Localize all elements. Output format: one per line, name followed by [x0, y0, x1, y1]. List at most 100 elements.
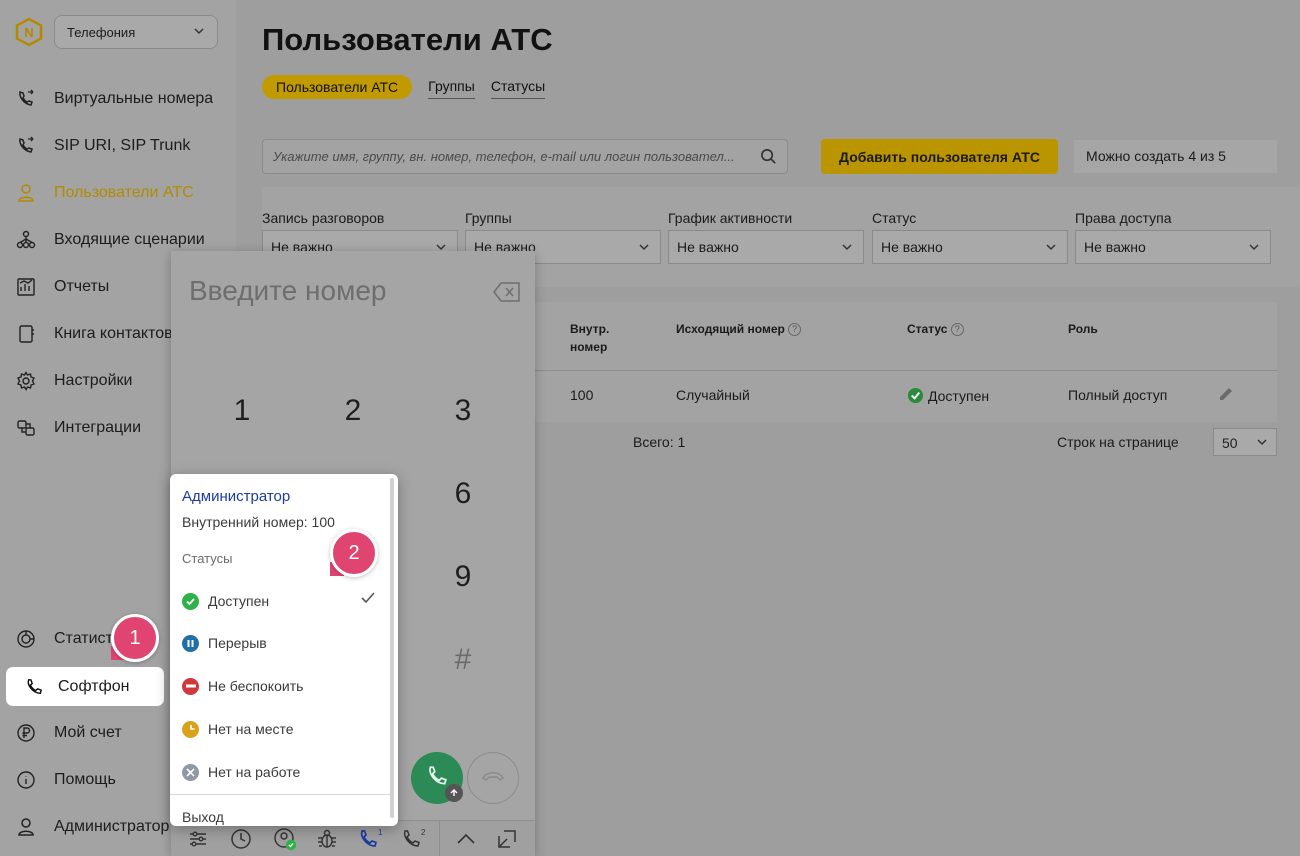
- status-option-dnd[interactable]: Не беспокоить: [170, 666, 390, 706]
- tab-groups[interactable]: Группы: [428, 74, 475, 99]
- sidebar-item-label: Софтфон: [58, 677, 130, 695]
- dial-key-1[interactable]: 1: [222, 394, 262, 428]
- filter-value: Не важно: [881, 239, 943, 255]
- phone-forward-icon: [14, 87, 38, 111]
- stats-icon: [14, 627, 38, 651]
- status-option-label: Перерыв: [208, 635, 267, 651]
- search-input[interactable]: Укажите имя, группу, вн. номер, телефон,…: [262, 139, 788, 174]
- backspace-icon[interactable]: [493, 282, 521, 307]
- filter-label: Запись разговоров: [262, 210, 385, 226]
- sidebar-item-settings[interactable]: Настройки: [14, 361, 132, 401]
- column-header-status: Статус ?: [907, 320, 964, 338]
- search-icon[interactable]: [760, 148, 777, 168]
- pause-icon: [182, 634, 199, 652]
- filter-status: Статус Не важно: [872, 210, 1068, 264]
- sidebar-item-contacts[interactable]: Книга контактов: [14, 314, 173, 354]
- line-1-icon[interactable]: 1: [358, 827, 382, 851]
- dropdown-section-title: Статусы: [182, 551, 233, 566]
- filter-select[interactable]: Не важно: [1075, 230, 1271, 264]
- dial-key-3[interactable]: 3: [443, 394, 483, 428]
- sidebar-item-virtual-numbers[interactable]: Виртуальные номера: [14, 79, 213, 119]
- dial-key-6[interactable]: 6: [443, 477, 483, 511]
- dial-key-hash[interactable]: #: [443, 643, 483, 677]
- history-icon[interactable]: [229, 827, 253, 851]
- total-count: Всего: 1: [633, 434, 686, 450]
- line-2-icon[interactable]: 2: [401, 827, 425, 851]
- sidebar-item-label: Помощь: [54, 771, 116, 788]
- status-option-label: Не беспокоить: [208, 678, 304, 694]
- sidebar-item-label: SIP URI, SIP Trunk: [54, 137, 191, 154]
- dial-number-input[interactable]: Введите номер: [189, 275, 386, 307]
- edit-icon[interactable]: [1217, 385, 1235, 406]
- call-transfer-icon: [445, 784, 463, 802]
- sidebar-item-label: Настройки: [54, 372, 133, 389]
- sidebar-item-label: Входящие сценарии: [54, 231, 205, 248]
- filter-label: Статус: [872, 210, 917, 226]
- divider: [439, 821, 440, 856]
- sidebar-item-pbx-users[interactable]: Пользователи АТС: [14, 173, 194, 213]
- status-option-offline[interactable]: Нет на работе: [170, 752, 390, 792]
- sidebar-item-sip[interactable]: SIP URI, SIP Trunk: [14, 126, 190, 166]
- logo-icon[interactable]: N: [14, 17, 44, 47]
- hangup-button[interactable]: [467, 752, 519, 804]
- tabs: Пользователи АТС Группы Статусы: [262, 74, 546, 99]
- header-text: Внутр.: [570, 322, 610, 336]
- phone-forward-icon: [14, 134, 38, 158]
- bug-icon[interactable]: [315, 827, 339, 851]
- status-dropdown: Администратор Внутренний номер: 100 Стат…: [170, 474, 398, 826]
- gear-icon: [14, 369, 38, 393]
- sidebar-item-admin[interactable]: Администратор: [14, 807, 169, 847]
- expand-window-icon[interactable]: [495, 827, 519, 851]
- dropdown-scrollbar[interactable]: [390, 478, 394, 818]
- tab-statuses[interactable]: Статусы: [490, 74, 546, 99]
- status-available-icon: [907, 387, 924, 404]
- sidebar-item-label: Виртуальные номера: [54, 90, 214, 107]
- tab-pbx-users[interactable]: Пользователи АТС: [262, 74, 413, 99]
- product-select[interactable]: Телефония: [54, 15, 218, 49]
- dial-key-9[interactable]: 9: [443, 560, 483, 594]
- filter-activity-schedule: График активности Не важно: [668, 210, 864, 264]
- dropdown-user-name: Администратор: [182, 488, 291, 505]
- sidebar-item-my-account[interactable]: Мой счет: [14, 713, 122, 753]
- chevron-up-icon[interactable]: [454, 827, 478, 851]
- sidebar-item-integrations[interactable]: Интеграции: [14, 408, 141, 448]
- sidebar-item-softphone[interactable]: Софтфон: [6, 667, 164, 706]
- close-icon: [182, 763, 199, 781]
- sidebar-item-label: Книга контактов: [54, 325, 173, 342]
- sidebar-item-help[interactable]: Помощь: [14, 760, 116, 800]
- dial-key-2[interactable]: 2: [333, 394, 373, 428]
- filter-label: Группы: [465, 210, 512, 226]
- sidebar-item-label: Интеграции: [54, 419, 142, 436]
- cell-outgoing: Случайный: [676, 387, 750, 403]
- rows-per-page-value: 50: [1222, 435, 1238, 451]
- filter-value: Не важно: [1084, 239, 1146, 255]
- filter-select[interactable]: Не важно: [668, 230, 864, 264]
- integrations-icon: [14, 416, 38, 440]
- logout-item[interactable]: Выход: [182, 809, 224, 825]
- status-option-label: Нет на месте: [208, 721, 294, 737]
- cell-status: Доступен: [907, 387, 989, 404]
- line-1-badge: 1: [378, 828, 382, 837]
- add-user-button[interactable]: Добавить пользователя АТС: [821, 139, 1058, 174]
- status-option-break[interactable]: Перерыв: [170, 623, 390, 663]
- equalizer-icon[interactable]: [186, 827, 210, 851]
- chevron-down-icon: [841, 240, 853, 256]
- user-status-icon[interactable]: [273, 827, 297, 851]
- sidebar-item-label: Отчеты: [54, 278, 110, 295]
- filter-select[interactable]: Не важно: [872, 230, 1068, 264]
- sidebar-item-reports[interactable]: Отчеты: [14, 267, 109, 307]
- status-option-away[interactable]: Нет на месте: [170, 709, 390, 749]
- header-text: Исходящий номер: [676, 322, 785, 336]
- line-2-badge: 2: [421, 828, 425, 837]
- cell-role: Полный доступ: [1068, 387, 1168, 403]
- rows-per-page-select[interactable]: 50: [1213, 428, 1277, 456]
- sidebar-item-statistics[interactable]: Статист: [14, 619, 113, 659]
- product-select-value: Телефония: [67, 25, 136, 40]
- help-icon[interactable]: ?: [788, 323, 802, 337]
- rows-per-page-label: Строк на странице: [1057, 434, 1179, 450]
- user-icon: [14, 181, 38, 205]
- chevron-down-icon: [193, 25, 205, 40]
- status-option-available[interactable]: Доступен: [170, 580, 390, 622]
- help-icon[interactable]: ?: [950, 323, 964, 337]
- info-icon: [14, 768, 38, 792]
